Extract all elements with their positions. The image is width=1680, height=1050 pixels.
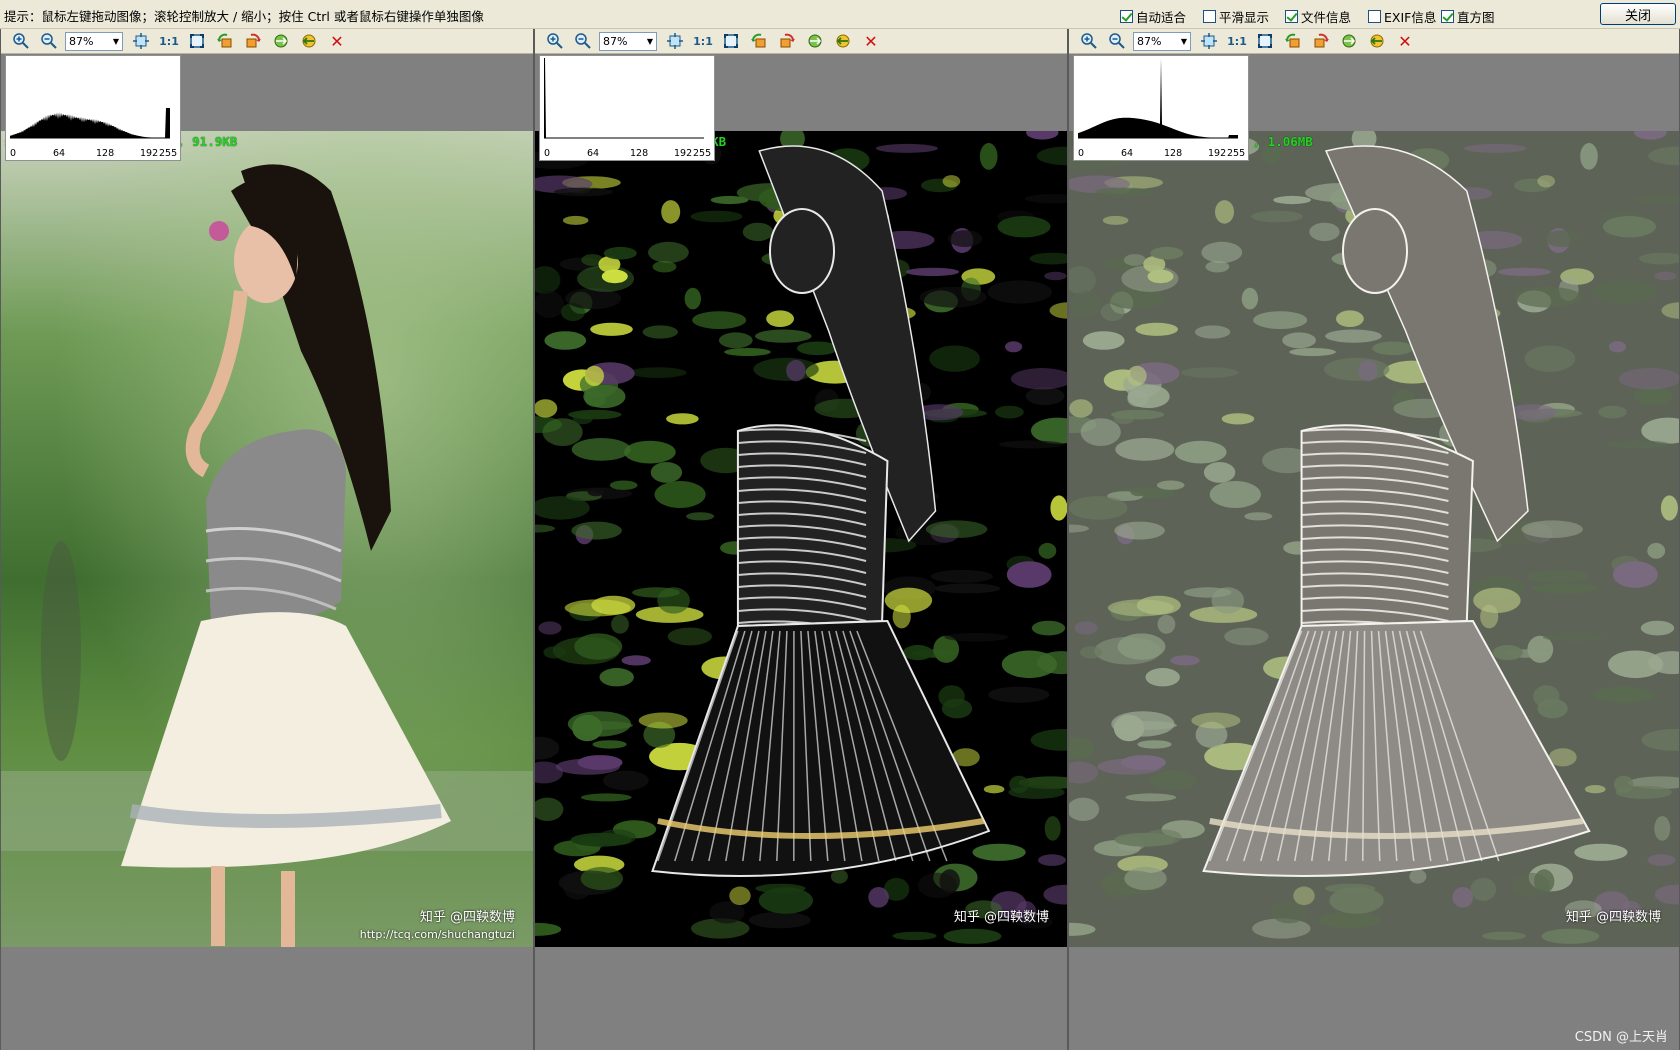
- actual-size-button[interactable]: 1:1: [1223, 30, 1251, 52]
- photo-original: [1, 131, 533, 947]
- histogram-tick: 192: [674, 148, 693, 159]
- exif-info-checkbox[interactable]: [1368, 10, 1381, 23]
- fit-center-icon[interactable]: [127, 30, 155, 52]
- zoom-value: 87%: [69, 34, 94, 48]
- histogram-tick: 0: [544, 148, 551, 159]
- watermark-line2: http://tcq.com/shuchangtuzi: [359, 928, 515, 941]
- rotate-left-icon[interactable]: [211, 30, 239, 52]
- fit-window-icon[interactable]: [717, 30, 745, 52]
- fit-center-icon[interactable]: [661, 30, 689, 52]
- option-file-info[interactable]: 文件信息: [1285, 7, 1351, 26]
- zoom-select[interactable]: 87% ▼: [65, 31, 123, 51]
- option-exif-info[interactable]: EXIF信息: [1368, 7, 1436, 26]
- actual-size-button[interactable]: 1:1: [155, 30, 183, 52]
- option-auto-fit[interactable]: 自动适合: [1120, 7, 1186, 26]
- histogram-panel: 0 64 128 192 255: [5, 55, 181, 161]
- hint-text: 提示：鼠标左键拖动图像；滚轮控制放大 / 缩小；按住 Ctrl 或者鼠标右键操作…: [4, 9, 484, 24]
- histogram-plot: [544, 58, 704, 139]
- histogram-panel: 0 64 128 192 255: [1073, 55, 1249, 161]
- histogram-axis: 0 64 128 192 255: [1074, 147, 1248, 159]
- histogram-tick: 64: [1121, 148, 1134, 159]
- histogram-tick: 192: [1208, 148, 1227, 159]
- rotate-left-icon[interactable]: [1279, 30, 1307, 52]
- flip-vertical-icon[interactable]: [829, 30, 857, 52]
- rotate-left-icon[interactable]: [745, 30, 773, 52]
- file-info-label: 文件信息: [1301, 10, 1352, 25]
- zoom-value: 87%: [1137, 34, 1162, 48]
- histogram-tick: 128: [96, 148, 115, 159]
- auto-fit-checkbox[interactable]: [1120, 10, 1133, 23]
- option-histogram[interactable]: 直方图: [1441, 7, 1495, 26]
- chevron-down-icon[interactable]: ▼: [647, 37, 653, 46]
- histogram-tick: 255: [693, 148, 712, 159]
- smooth-display-checkbox[interactable]: [1203, 10, 1216, 23]
- rotate-right-icon[interactable]: [773, 30, 801, 52]
- histogram-label: 直方图: [1457, 10, 1495, 25]
- histogram-tick: 255: [1227, 148, 1246, 159]
- close-image-icon[interactable]: ✕: [1391, 30, 1419, 52]
- watermark-line1: 知乎 @四鞅数博: [1565, 910, 1661, 925]
- zoom-in-icon[interactable]: [1075, 30, 1103, 52]
- fit-window-icon[interactable]: [183, 30, 211, 52]
- histogram-tick: 0: [10, 148, 17, 159]
- histogram-axis: 0 64 128 192 255: [6, 147, 180, 159]
- histogram-axis: 0 64 128 192 255: [540, 147, 714, 159]
- zoom-select[interactable]: 87% ▼: [1133, 31, 1191, 51]
- rotate-right-icon[interactable]: [239, 30, 267, 52]
- histogram-tick: 192: [140, 148, 159, 159]
- image-viewport[interactable]: shuchang.jpg , 640x963 , 91.9KB 知乎 @四鞅数博…: [1, 131, 533, 947]
- rotate-right-icon[interactable]: [1307, 30, 1335, 52]
- actual-size-button[interactable]: 1:1: [689, 30, 717, 52]
- panel-toolbar: 87% ▼ 1:1 ✕: [1069, 29, 1679, 54]
- photo-addweight: [1069, 131, 1679, 947]
- zoom-select[interactable]: 87% ▼: [599, 31, 657, 51]
- flip-horizontal-icon[interactable]: [267, 30, 295, 52]
- histogram-plot: [10, 107, 170, 139]
- histogram-panel: 0 64 128 192 255: [539, 55, 715, 161]
- image-viewport[interactable]: addweight.png , 640x963 , 1.06MB 知乎 @四鞅数…: [1069, 131, 1679, 947]
- chevron-down-icon[interactable]: ▼: [1181, 37, 1187, 46]
- flip-horizontal-icon[interactable]: [801, 30, 829, 52]
- close-button[interactable]: 关闭: [1600, 3, 1676, 25]
- chevron-down-icon[interactable]: ▼: [113, 37, 119, 46]
- flip-horizontal-icon[interactable]: [1335, 30, 1363, 52]
- top-bar: 提示：鼠标左键拖动图像；滚轮控制放大 / 缩小；按住 Ctrl 或者鼠标右键操作…: [0, 0, 1680, 29]
- histogram-tick: 128: [1164, 148, 1183, 159]
- histogram-tick: 64: [587, 148, 600, 159]
- flip-vertical-icon[interactable]: [1363, 30, 1391, 52]
- zoom-out-icon[interactable]: [569, 30, 597, 52]
- exif-info-label: EXIF信息: [1384, 10, 1437, 25]
- panel-toolbar: 87% ▼ 1:1 ✕: [535, 29, 1067, 54]
- histogram-plot: [1078, 58, 1238, 139]
- zoom-out-icon[interactable]: [35, 30, 63, 52]
- flip-vertical-icon[interactable]: [295, 30, 323, 52]
- image-panel-sobel[interactable]: 87% ▼ 1:1 ✕ sob.png , 640x963 , 797KB 知乎…: [534, 29, 1068, 1050]
- zoom-value: 87%: [603, 34, 628, 48]
- histogram-checkbox[interactable]: [1441, 10, 1454, 23]
- panel-toolbar: 87% ▼ 1:1 ✕: [1, 29, 533, 54]
- photo-sobel: [535, 131, 1067, 947]
- watermark-line1: 知乎 @四鞅数博: [419, 910, 515, 925]
- auto-fit-label: 自动适合: [1136, 10, 1187, 25]
- zoom-out-icon[interactable]: [1103, 30, 1131, 52]
- image-panel-original[interactable]: 87% ▼ 1:1 ✕ 91.9KB 知乎 @四鞅数博 http://tcq.c…: [0, 29, 534, 1050]
- fit-window-icon[interactable]: [1251, 30, 1279, 52]
- smooth-display-label: 平滑显示: [1219, 10, 1270, 25]
- fit-center-icon[interactable]: [1195, 30, 1223, 52]
- histogram-tick: 64: [53, 148, 66, 159]
- watermark-line1: 知乎 @四鞅数博: [953, 910, 1049, 925]
- close-image-icon[interactable]: ✕: [323, 30, 351, 52]
- zoom-in-icon[interactable]: [541, 30, 569, 52]
- option-smooth-display[interactable]: 平滑显示: [1203, 7, 1269, 26]
- histogram-tick: 128: [630, 148, 649, 159]
- histogram-tick: 0: [1078, 148, 1085, 159]
- histogram-tick: 255: [159, 148, 178, 159]
- image-viewport[interactable]: sob.png , 640x963 , 797KB 知乎 @四鞅数博: [535, 131, 1067, 947]
- credit-watermark: CSDN @上天肖: [1574, 1030, 1668, 1045]
- zoom-in-icon[interactable]: [7, 30, 35, 52]
- image-panel-addweight[interactable]: 87% ▼ 1:1 ✕ addweight.png , 640x963 , 1.…: [1068, 29, 1680, 1050]
- file-info-checkbox[interactable]: [1285, 10, 1298, 23]
- close-image-icon[interactable]: ✕: [857, 30, 885, 52]
